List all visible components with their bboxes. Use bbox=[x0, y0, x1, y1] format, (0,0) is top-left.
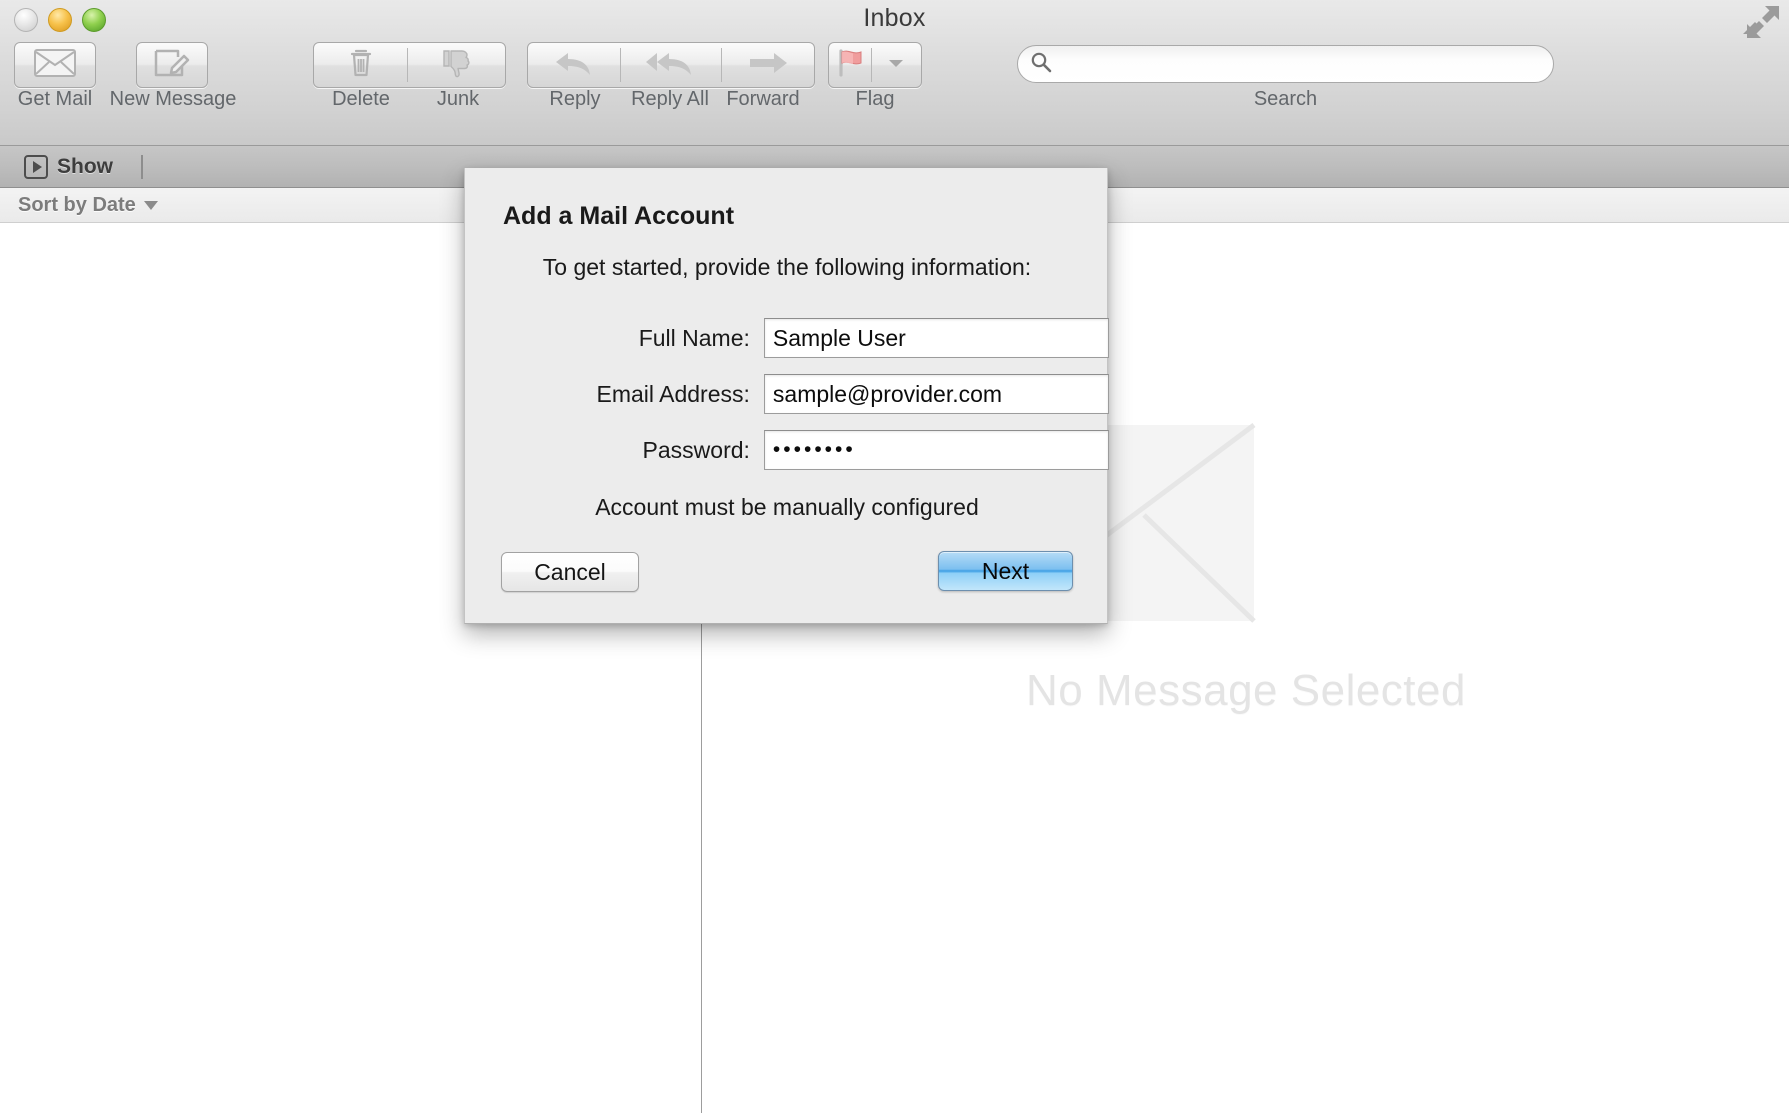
chevron-down-icon bbox=[887, 56, 905, 74]
no-message-selected-label: No Message Selected bbox=[1026, 666, 1466, 715]
trash-icon bbox=[347, 47, 375, 84]
new-message-button[interactable] bbox=[136, 42, 208, 88]
toolbar-item-new-message[interactable] bbox=[136, 42, 208, 88]
field-row-full-name: Full Name: bbox=[465, 318, 1109, 358]
add-mail-account-dialog: Add a Mail Account To get started, provi… bbox=[464, 168, 1109, 624]
search-icon bbox=[1030, 51, 1052, 78]
window-titlebar: Inbox Get Mail New Message Delete Junk R… bbox=[0, 0, 1789, 146]
toolbar-label-delete: Delete bbox=[332, 88, 390, 110]
window-title: Inbox bbox=[863, 4, 926, 32]
toolbar-group-delete-junk bbox=[313, 42, 506, 88]
toolbar-label-new-message: New Message bbox=[109, 88, 237, 110]
next-button[interactable]: Next bbox=[938, 551, 1073, 591]
junk-button[interactable] bbox=[408, 43, 505, 87]
play-in-box-icon bbox=[24, 154, 48, 179]
full-name-input[interactable] bbox=[763, 318, 1109, 358]
show-label: Show bbox=[57, 154, 113, 178]
cancel-button[interactable]: Cancel bbox=[501, 552, 639, 592]
search-field[interactable] bbox=[1017, 45, 1554, 83]
sort-by-label: Sort by Date bbox=[18, 193, 136, 216]
forward-arrow-icon bbox=[746, 50, 790, 81]
toolbar-label-forward: Forward bbox=[726, 88, 800, 110]
reply-arrow-icon bbox=[552, 48, 596, 83]
toolbar-group-reply bbox=[527, 42, 815, 88]
search-field-wrapper bbox=[1017, 45, 1554, 83]
reply-all-button[interactable] bbox=[621, 43, 721, 87]
field-row-email-address: Email Address: bbox=[465, 374, 1109, 414]
flag-button[interactable] bbox=[829, 43, 871, 87]
compose-pencil-icon bbox=[153, 47, 191, 84]
fullscreen-arrows-icon[interactable] bbox=[1737, 2, 1781, 42]
mail-app-window: Inbox Get Mail New Message Delete Junk R… bbox=[0, 0, 1789, 1113]
red-flag-icon bbox=[833, 47, 867, 84]
showbar-divider bbox=[141, 154, 143, 179]
dialog-title: Add a Mail Account bbox=[503, 202, 735, 230]
password-label: Password: bbox=[642, 436, 750, 463]
toolbar-item-get-mail[interactable] bbox=[14, 42, 96, 88]
flag-dropdown-button[interactable] bbox=[872, 43, 921, 87]
dialog-subtitle: To get started, provide the following in… bbox=[542, 254, 1032, 280]
delete-button[interactable] bbox=[314, 43, 407, 87]
full-name-label: Full Name: bbox=[638, 324, 750, 351]
reply-all-arrow-icon bbox=[645, 48, 697, 83]
email-address-label: Email Address: bbox=[596, 380, 750, 407]
show-button[interactable]: Show bbox=[24, 154, 113, 179]
get-mail-button[interactable] bbox=[14, 42, 96, 88]
manual-configuration-note: Account must be manually configured bbox=[595, 494, 979, 520]
toolbar-label-get-mail: Get Mail bbox=[17, 88, 93, 110]
search-input[interactable] bbox=[1058, 52, 1532, 76]
forward-button[interactable] bbox=[722, 43, 814, 87]
envelope-icon bbox=[34, 48, 76, 82]
field-row-password: Password: bbox=[465, 430, 1109, 470]
thumbs-down-icon bbox=[441, 47, 473, 84]
reply-button[interactable] bbox=[528, 43, 620, 87]
toolbar-label-flag: Flag bbox=[855, 88, 895, 110]
password-input[interactable] bbox=[763, 430, 1109, 470]
search-label: Search bbox=[1253, 88, 1318, 110]
toolbar-label-junk: Junk bbox=[436, 88, 480, 110]
chevron-down-icon bbox=[143, 200, 158, 210]
email-address-input[interactable] bbox=[763, 374, 1109, 414]
toolbar-group-flag bbox=[828, 42, 922, 88]
